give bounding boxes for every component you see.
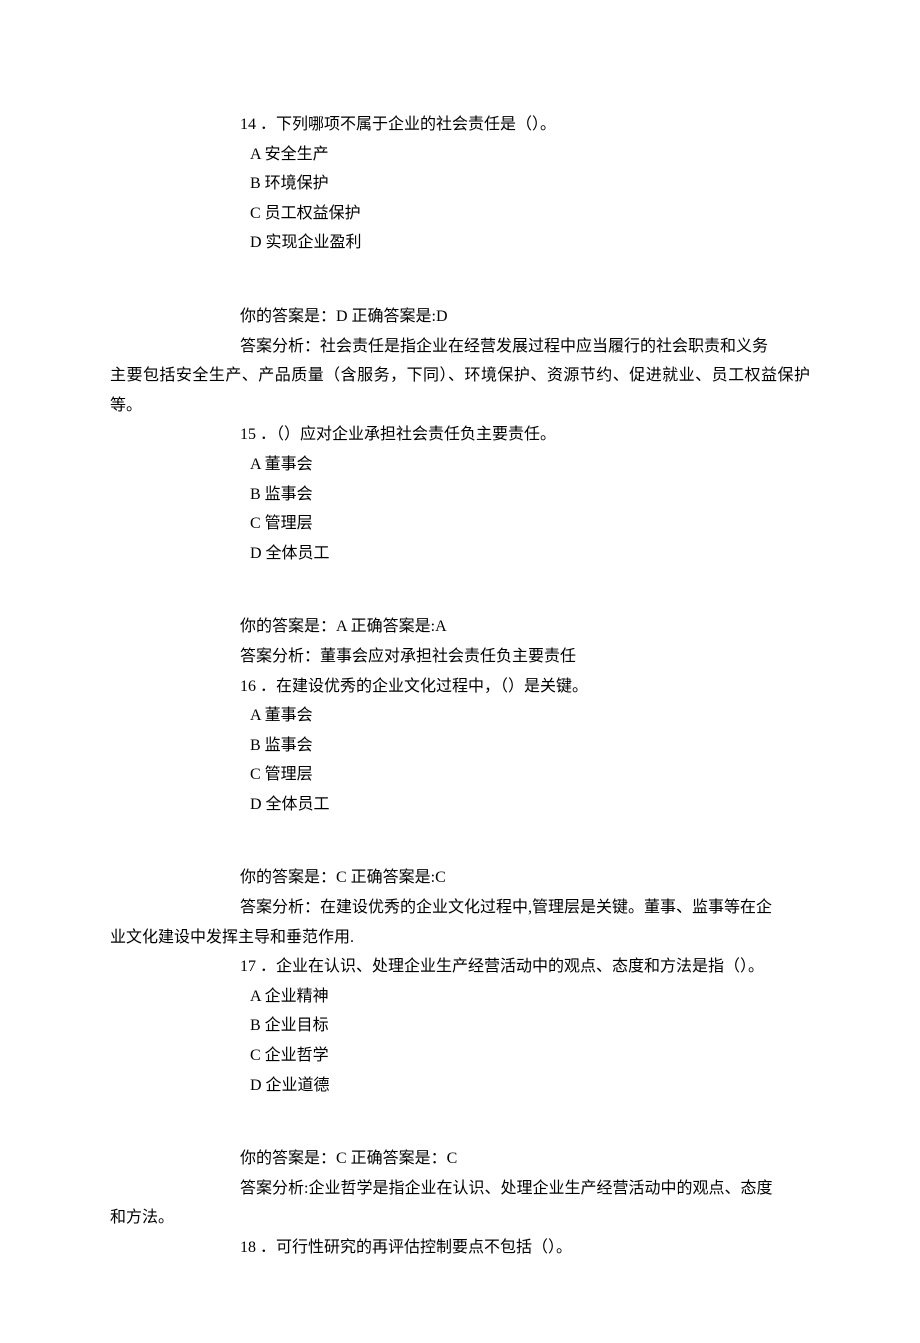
question-16: 16 ．在建设优秀的企业文化过程中，（）是关键。 A 董事会 B 监事会 C 管… (110, 672, 810, 820)
option-b: B 环境保护 (240, 169, 810, 199)
option-b: B 企业目标 (240, 1011, 810, 1041)
option-c: C 员工权益保护 (240, 199, 810, 229)
question-text: （）应对企业承担社会责任负主要责任。 (276, 426, 556, 443)
answer-16: 你的答案是：C 正确答案是:C 答案分析：在建设优秀的企业文化过程中,管理层是关… (110, 863, 810, 922)
question-text: 在建设优秀的企业文化过程中，（）是关键。 (276, 678, 588, 695)
question-text: 企业在认识、处理企业生产经营活动中的观点、态度和方法是指（）。 (276, 958, 764, 975)
option-d: D 实现企业盈利 (240, 228, 810, 258)
question-stem: 17 ．企业在认识、处理企业生产经营活动中的观点、态度和方法是指（）。 (240, 952, 810, 982)
analysis: 答案分析：董事会应对承担社会责任负主要责任 (240, 642, 810, 672)
question-stem: 18 ．可行性研究的再评估控制要点不包括（）。 (240, 1233, 810, 1263)
option-a: A 董事会 (240, 701, 810, 731)
question-stem: 16 ．在建设优秀的企业文化过程中，（）是关键。 (240, 672, 810, 702)
spacer (110, 1128, 810, 1144)
question-number: 16 ． (240, 678, 276, 695)
option-b: B 监事会 (240, 480, 810, 510)
analysis-wrap: 业文化建设中发挥主导和垂范作用. (110, 923, 810, 953)
option-d: D 全体员工 (240, 539, 810, 569)
spacer (110, 819, 810, 847)
spacer (110, 847, 810, 863)
answer-14: 你的答案是：D 正确答案是:D 答案分析：社会责任是指企业在经营发展过程中应当履… (110, 302, 810, 361)
question-number: 17 ． (240, 958, 276, 975)
question-stem: 15 ．（）应对企业承担社会责任负主要责任。 (240, 420, 810, 450)
option-a: A 董事会 (240, 450, 810, 480)
your-answer: 你的答案是：C 正确答案是:C (240, 863, 810, 893)
question-text: 可行性研究的再评估控制要点不包括（）。 (276, 1239, 572, 1256)
answer-15: 你的答案是：A 正确答案是:A 答案分析：董事会应对承担社会责任负主要责任 (110, 612, 810, 671)
option-d: D 全体员工 (240, 790, 810, 820)
option-a: A 企业精神 (240, 982, 810, 1012)
option-d: D 企业道德 (240, 1071, 810, 1101)
analysis-wrap: 主要包括安全生产、产品质量（含服务，下同）、环境保护、资源节约、促进就业、员工权… (110, 361, 810, 420)
question-14: 14 ．下列哪项不属于企业的社会责任是（）。 A 安全生产 B 环境保护 C 员… (110, 110, 810, 258)
page: 14 ．下列哪项不属于企业的社会责任是（）。 A 安全生产 B 环境保护 C 员… (0, 0, 920, 1343)
analysis-lead: 答案分析：社会责任是指企业在经营发展过程中应当履行的社会职责和义务 (240, 332, 810, 362)
analysis-lead: 答案分析:企业哲学是指企业在认识、处理企业生产经营活动中的观点、态度 (240, 1174, 810, 1204)
question-number: 14 ． (240, 116, 276, 133)
option-b: B 监事会 (240, 731, 810, 761)
question-17: 17 ．企业在认识、处理企业生产经营活动中的观点、态度和方法是指（）。 A 企业… (110, 952, 810, 1100)
question-18: 18 ．可行性研究的再评估控制要点不包括（）。 (110, 1233, 810, 1263)
your-answer: 你的答案是：A 正确答案是:A (240, 612, 810, 642)
spacer (110, 596, 810, 612)
spacer (110, 1100, 810, 1128)
question-15: 15 ．（）应对企业承担社会责任负主要责任。 A 董事会 B 监事会 C 管理层… (110, 420, 810, 568)
spacer (110, 568, 810, 596)
spacer (110, 258, 810, 286)
option-a: A 安全生产 (240, 140, 810, 170)
analysis-wrap: 和方法。 (110, 1203, 810, 1233)
analysis-lead: 答案分析：在建设优秀的企业文化过程中,管理层是关键。董事、监事等在企 (240, 893, 810, 923)
question-stem: 14 ．下列哪项不属于企业的社会责任是（）。 (240, 110, 810, 140)
question-text: 下列哪项不属于企业的社会责任是（）。 (276, 116, 556, 133)
option-c: C 管理层 (240, 760, 810, 790)
answer-17: 你的答案是：C 正确答案是：C 答案分析:企业哲学是指企业在认识、处理企业生产经… (110, 1144, 810, 1203)
option-c: C 管理层 (240, 509, 810, 539)
your-answer: 你的答案是：C 正确答案是：C (240, 1144, 810, 1174)
your-answer: 你的答案是：D 正确答案是:D (240, 302, 810, 332)
spacer (110, 286, 810, 302)
question-number: 15 ． (240, 426, 276, 443)
option-c: C 企业哲学 (240, 1041, 810, 1071)
question-number: 18 ． (240, 1239, 276, 1256)
